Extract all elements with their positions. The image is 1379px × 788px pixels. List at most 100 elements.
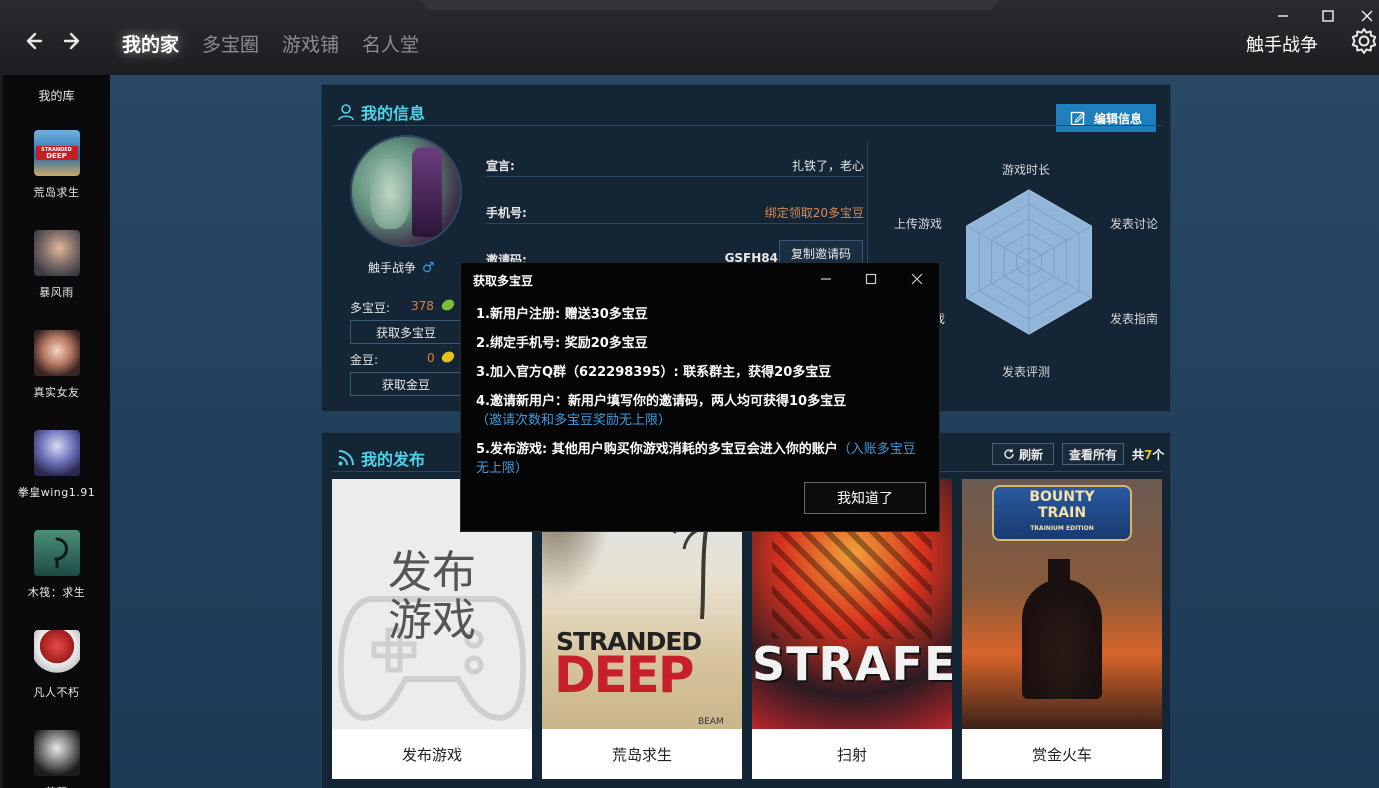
get-duobao-dialog: 获取多宝豆 1.新用户注册: 赠送30多宝豆 2.绑定手机号: 奖励20多宝豆 … bbox=[460, 262, 940, 532]
profile-name-row: 触手战争 ♂ bbox=[368, 259, 435, 276]
duobao-value: 378 bbox=[411, 299, 434, 313]
close-button[interactable] bbox=[1357, 6, 1377, 26]
tab-duobao-circle[interactable]: 多宝圈 bbox=[202, 30, 259, 57]
total-prefix: 共 bbox=[1132, 448, 1145, 462]
dialog-invite-text: 4.邀请新用户：新用户填写你的邀请码，两人均可获得10多宝豆 bbox=[476, 394, 847, 409]
info-divider bbox=[332, 125, 1162, 126]
app-window: 我的家 多宝圈 游戏铺 名人堂 触手战争 我的库 STRANDED DEEP 荒… bbox=[0, 0, 1379, 788]
total-count: 共7个 bbox=[1132, 446, 1164, 463]
motto-row: 宣言: 扎铁了，老心 bbox=[486, 151, 864, 177]
top-bar: 我的家 多宝圈 游戏铺 名人堂 触手战争 bbox=[0, 0, 1379, 75]
get-duobao-button[interactable]: 获取多宝豆 bbox=[350, 320, 462, 344]
refresh-icon bbox=[1004, 449, 1014, 459]
dialog-line-invite: 4.邀请新用户：新用户填写你的邀请码，两人均可获得10多宝豆 （邀请次数和多宝豆… bbox=[476, 392, 926, 430]
tab-hall-of-fame[interactable]: 名人堂 bbox=[362, 30, 419, 57]
refresh-button[interactable]: 刷新 bbox=[992, 443, 1054, 465]
dialog-title: 获取多宝豆 bbox=[473, 274, 534, 288]
publish-game-art-text: 发布 游戏 bbox=[388, 547, 476, 646]
phone-label: 手机号: bbox=[486, 206, 527, 220]
library-item-label: 真实女友 bbox=[33, 386, 80, 399]
user-icon bbox=[338, 104, 354, 121]
arrow-left-icon bbox=[26, 32, 43, 50]
back-button[interactable] bbox=[18, 26, 48, 56]
library-item-label: 拳皇wing1.91 bbox=[17, 486, 96, 499]
duobao-label: 多宝豆: bbox=[350, 301, 391, 315]
immortal-icon bbox=[33, 630, 80, 676]
dialog-close-button[interactable] bbox=[906, 269, 928, 289]
library-item-raft[interactable]: 木筏：求生 bbox=[3, 530, 110, 600]
minimize-icon bbox=[821, 278, 831, 280]
gold-label: 金豆: bbox=[350, 353, 379, 367]
game-card-bounty-train[interactable]: BOUNTY TRAIN TRAINIUM EDITION 赏金火车 bbox=[962, 479, 1162, 779]
stranded-deep-icon: STRANDED DEEP bbox=[33, 130, 80, 176]
dialog-line-publish: 5.发布游戏: 其他用户购买你游戏消耗的多宝豆会进入你的账户（入账多宝豆无上限） bbox=[476, 440, 926, 478]
bind-phone-link[interactable]: 绑定领取20多宝豆 bbox=[765, 204, 864, 221]
library-item-label: 凡人不朽 bbox=[33, 686, 80, 699]
arrow-right-icon bbox=[63, 32, 80, 50]
close-icon bbox=[911, 273, 923, 285]
library-sidebar: 我的库 STRANDED DEEP 荒岛求生 暴风雨 真实女友 拳皇wing1.… bbox=[0, 75, 110, 788]
avatar[interactable] bbox=[350, 135, 462, 247]
beam-text: BEAM bbox=[698, 717, 724, 727]
gear-icon[interactable] bbox=[1350, 27, 1378, 55]
edit-info-button[interactable]: 编辑信息 bbox=[1056, 104, 1156, 132]
view-all-button[interactable]: 查看所有 bbox=[1062, 443, 1124, 465]
total-suffix: 个 bbox=[1152, 448, 1165, 462]
phone-row: 手机号: 绑定领取20多宝豆 bbox=[486, 198, 864, 224]
bounty-train-art: BOUNTY TRAIN TRAINIUM EDITION bbox=[962, 479, 1162, 729]
edit-info-label: 编辑信息 bbox=[1093, 111, 1142, 126]
dialog-maximize-button[interactable] bbox=[860, 269, 882, 289]
motto-label: 宣言: bbox=[486, 159, 515, 173]
got-it-button[interactable]: 我知道了 bbox=[804, 482, 926, 514]
library-item-stranded-deep[interactable]: STRANDED DEEP 荒岛求生 bbox=[3, 130, 110, 200]
gold-bean-icon bbox=[441, 351, 455, 363]
tab-my-home[interactable]: 我的家 bbox=[122, 30, 179, 57]
library-item-label: 木筏：求生 bbox=[27, 586, 86, 599]
rss-icon bbox=[338, 450, 354, 466]
refresh-label: 刷新 bbox=[1018, 447, 1043, 462]
dialog-minimize-button[interactable] bbox=[815, 269, 837, 289]
gold-value: 0 bbox=[427, 351, 435, 365]
top-username[interactable]: 触手战争 bbox=[1246, 31, 1318, 57]
dialog-publish-text: 5.发布游戏: 其他用户购买你游戏消耗的多宝豆会进入你的账户 bbox=[476, 442, 838, 457]
forward-button[interactable] bbox=[58, 26, 88, 56]
edit-icon bbox=[1070, 111, 1086, 126]
my-info-heading: 我的信息 bbox=[337, 100, 425, 124]
radar-label-play-time: 游戏时长 bbox=[1002, 163, 1051, 177]
library-item-label: 苍蓝 bbox=[3, 784, 110, 788]
profile-name: 触手战争 bbox=[368, 261, 417, 275]
library-item-kof-wing[interactable]: 拳皇wing1.91 bbox=[3, 430, 110, 500]
radar-label-upload: 上传游戏 bbox=[894, 217, 943, 231]
kof-wing-icon bbox=[33, 430, 80, 476]
library-item-storm[interactable]: 暴风雨 bbox=[3, 230, 110, 300]
raft-icon bbox=[33, 530, 80, 576]
train-text: TRAIN bbox=[1037, 505, 1087, 521]
strafe-text: STRAFE bbox=[752, 637, 952, 691]
library-item-real-girlfriend[interactable]: 真实女友 bbox=[3, 330, 110, 400]
storm-game-icon bbox=[33, 230, 80, 276]
tab-game-shop[interactable]: 游戏铺 bbox=[282, 30, 339, 57]
library-item-immortal[interactable]: 凡人不朽 bbox=[3, 630, 110, 700]
my-info-title: 我的信息 bbox=[361, 104, 426, 123]
library-item-label: 荒岛求生 bbox=[33, 186, 80, 199]
radar-label-review: 发表评测 bbox=[1002, 365, 1051, 379]
get-gold-button[interactable]: 获取金豆 bbox=[350, 372, 462, 396]
radar-value-area bbox=[966, 189, 1092, 335]
radar-label-discussion: 发表讨论 bbox=[1110, 217, 1159, 231]
close-icon bbox=[1361, 10, 1373, 22]
my-publish-heading: 我的发布 bbox=[337, 446, 425, 470]
card-name-publish: 发布游戏 bbox=[401, 745, 462, 764]
motto-value: 扎铁了，老心 bbox=[791, 159, 864, 173]
ability-radar-chart bbox=[966, 189, 1092, 335]
dialog-line-register: 1.新用户注册: 赠送30多宝豆 bbox=[476, 307, 648, 322]
minimize-button[interactable] bbox=[1273, 6, 1293, 26]
male-icon: ♂ bbox=[422, 259, 435, 276]
maximize-button[interactable] bbox=[1318, 6, 1338, 26]
library-item-blue[interactable]: 苍蓝 bbox=[3, 730, 110, 788]
library-item-label: 暴风雨 bbox=[39, 286, 74, 299]
library-title: 我的库 bbox=[38, 89, 75, 103]
real-girlfriend-icon bbox=[33, 330, 80, 376]
title-notch bbox=[420, 0, 1000, 10]
dialog-invite-hint: （邀请次数和多宝豆奖励无上限） bbox=[476, 413, 672, 428]
trainium-text: TRAINIUM EDITION bbox=[1030, 525, 1094, 532]
